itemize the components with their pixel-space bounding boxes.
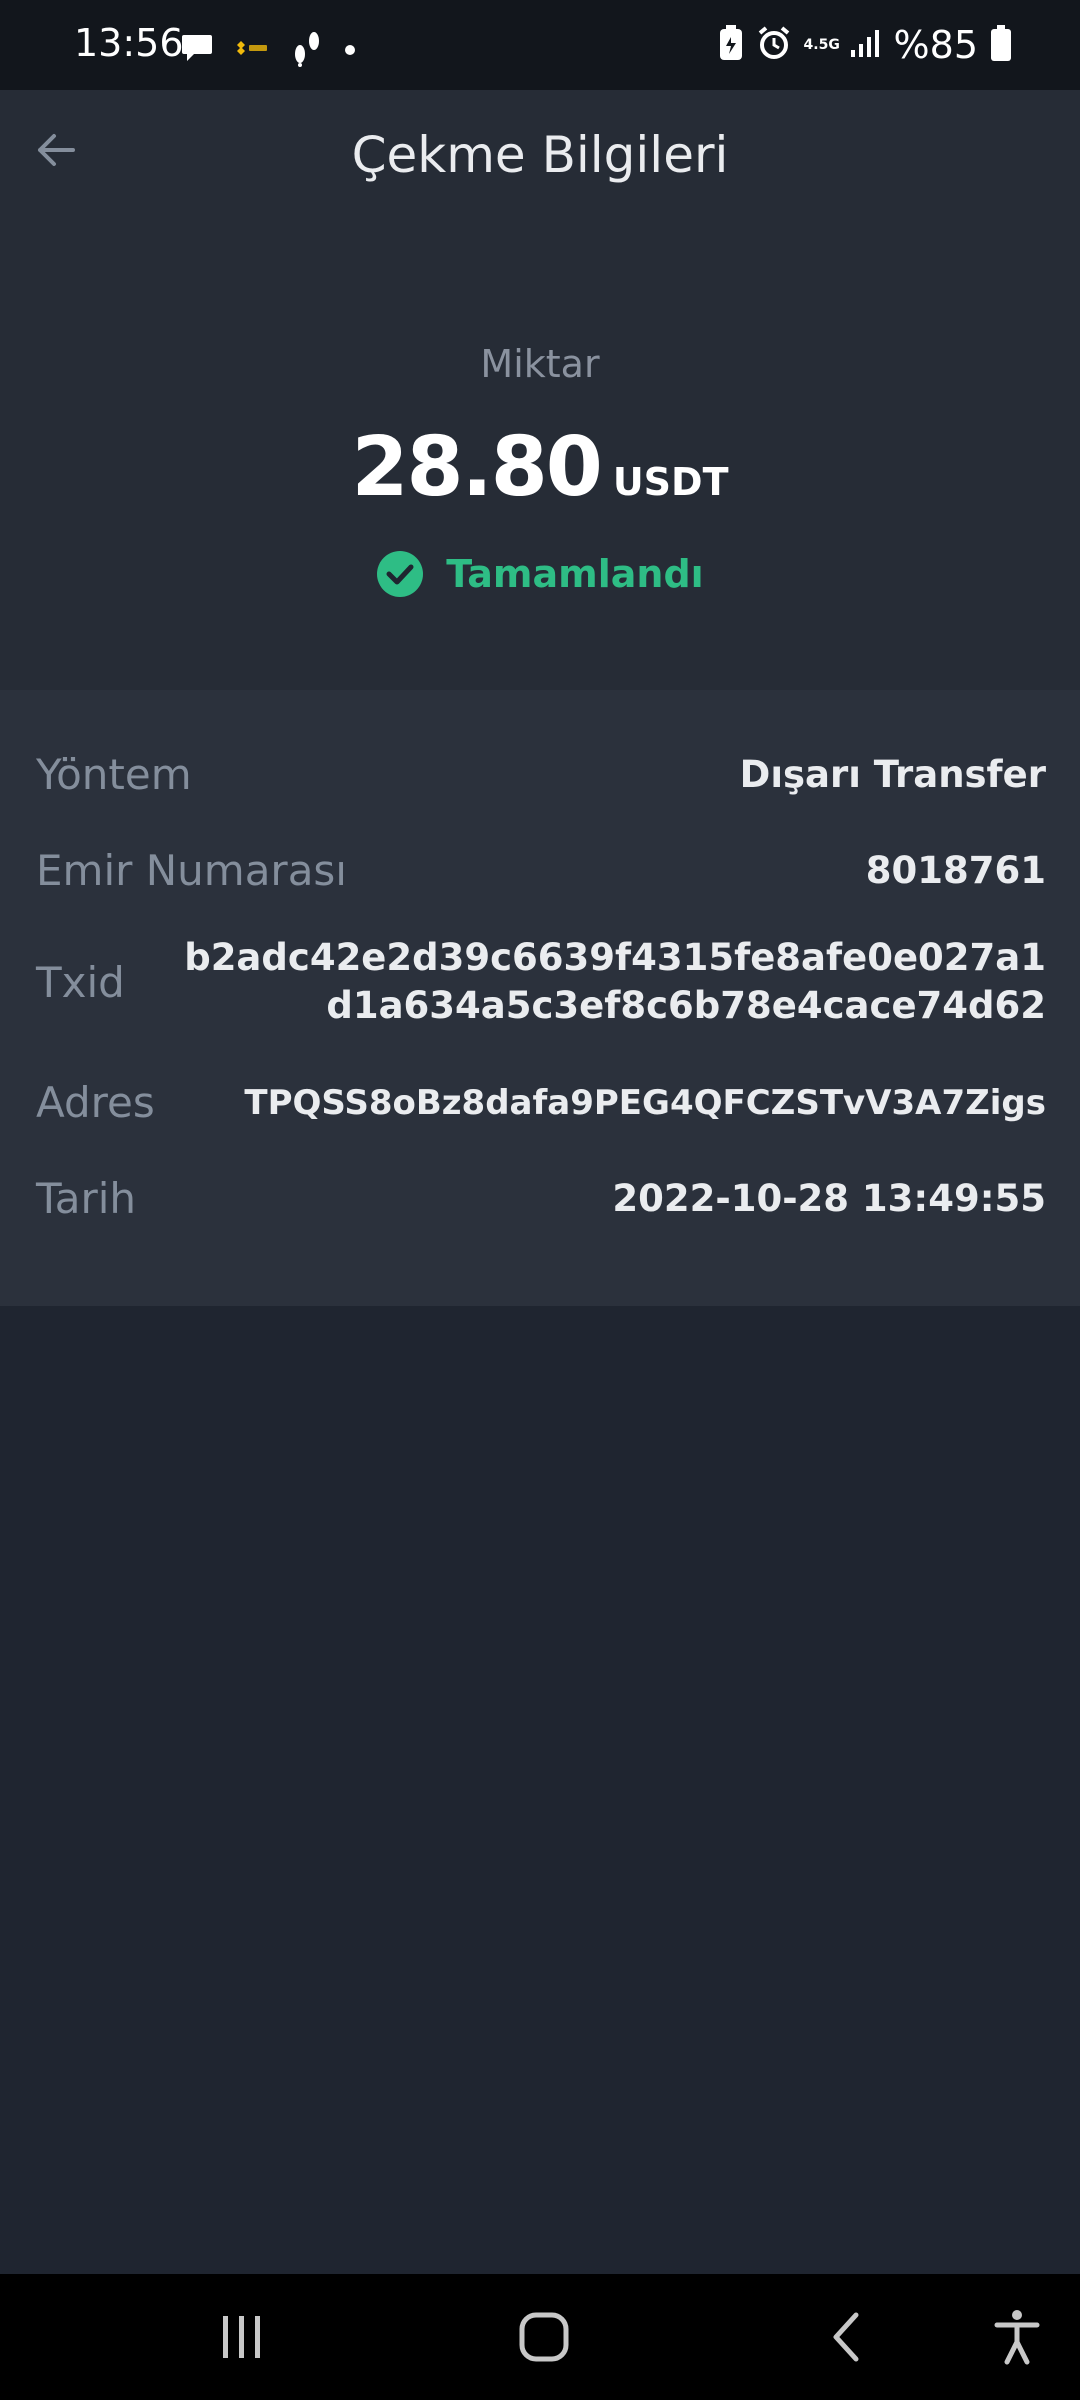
binance-tr-icon (234, 38, 270, 62)
amount-unit: USDT (612, 460, 729, 504)
battery-percent: %85 (893, 23, 978, 67)
notification-icons (180, 30, 356, 70)
detail-label: Yöntem (36, 750, 192, 799)
home-button[interactable] (509, 2302, 579, 2372)
accessibility-button[interactable] (982, 2302, 1052, 2372)
amount-label: Miktar (480, 342, 600, 386)
network-type: 4.5G (803, 37, 840, 53)
txid-value[interactable]: b2adc42e2d39c6639f4315fe8afe0e027a1d1a63… (166, 934, 1046, 1030)
status-badge: Tamamlandı (446, 552, 704, 596)
detail-label: Tarih (36, 1174, 136, 1223)
chat-icon (180, 32, 214, 68)
detail-value[interactable]: 8018761 (866, 849, 1046, 892)
detail-row-order-number: Emir Numarası 8018761 (36, 846, 1046, 895)
detail-value: 2022-10-28 13:49:55 (612, 1177, 1046, 1220)
footsteps-icon (290, 29, 324, 71)
check-circle-icon (377, 551, 424, 597)
header: Çekme Bilgileri (0, 90, 1080, 220)
status-bar: 13:56 4.5G %85 (0, 0, 1080, 90)
nav-back-button[interactable] (811, 2302, 881, 2372)
home-icon (519, 2312, 569, 2362)
battery-saver-icon (718, 24, 744, 66)
battery-icon (990, 24, 1012, 66)
detail-label: Adres (36, 1078, 155, 1127)
accessibility-icon (994, 2310, 1040, 2365)
recents-icon (223, 2316, 260, 2358)
detail-label: Emir Numarası (36, 846, 347, 895)
detail-row-date: Tarih 2022-10-28 13:49:55 (36, 1174, 1046, 1223)
alarm-icon (756, 25, 792, 65)
address-value[interactable]: TPQSS8oBz8dafa9PEG4QFCZSTvV3A7Zigs (244, 1083, 1046, 1123)
detail-row-method: Yöntem Dışarı Transfer (36, 750, 1046, 799)
signal-icon (850, 28, 882, 62)
dot-icon (344, 41, 356, 60)
back-icon (833, 2312, 859, 2362)
system-nav-bar (0, 2274, 1080, 2400)
system-icons: 4.5G %85 (718, 22, 1012, 68)
detail-row-address: Adres TPQSS8oBz8dafa9PEG4QFCZSTvV3A7Zigs (36, 1078, 1046, 1127)
amount-value: 28.80 (351, 420, 602, 515)
detail-label: Txid (36, 957, 125, 1007)
amount-section: Miktar 28.80 USDT Tamamlandı (0, 220, 1080, 690)
details-list: Yöntem Dışarı Transfer Emir Numarası 801… (0, 690, 1080, 1306)
page-title: Çekme Bilgileri (351, 126, 729, 184)
status-row: Tamamlandı (0, 550, 1080, 598)
recents-button[interactable] (207, 2302, 277, 2372)
detail-row-txid: Txid b2adc42e2d39c6639f4315fe8afe0e027a1… (36, 934, 1046, 1030)
amount-row: 28.80 USDT (0, 420, 1080, 515)
status-time: 13:56 (74, 21, 184, 65)
detail-value: Dışarı Transfer (739, 753, 1046, 796)
